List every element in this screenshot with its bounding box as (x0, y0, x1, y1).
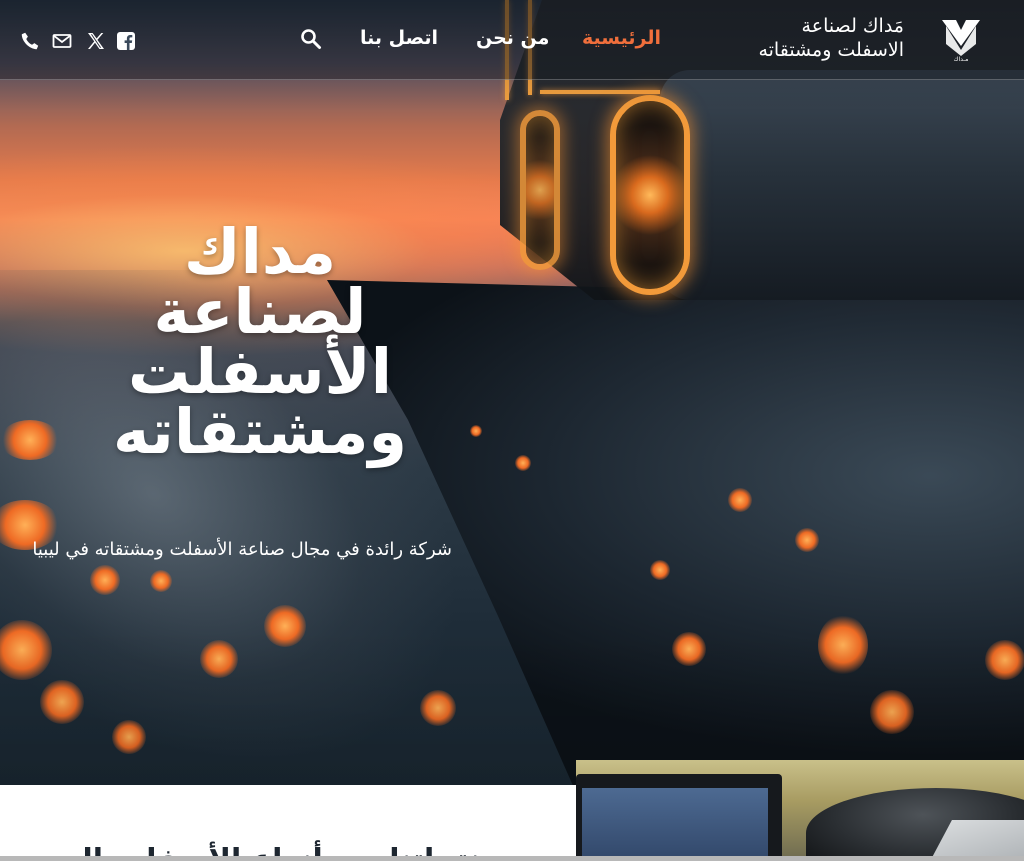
control-monitor (576, 774, 782, 861)
horizontal-scrollbar[interactable] (0, 856, 1024, 861)
hero-title-line4: ومشتقاته (112, 395, 408, 468)
madak-logo-icon[interactable]: مـداك (936, 16, 986, 64)
hero-subtitle: شركة رائدة في مجال صناعة الأسفلت ومشتقات… (32, 539, 452, 560)
monitor-screen (582, 788, 768, 861)
nav-contact-link[interactable]: اتصل بنا (360, 27, 438, 49)
phone-icon[interactable] (20, 31, 40, 51)
brand-name-line2: الاسفلت ومشتقاته (758, 39, 904, 61)
hero-title-line1: مداك (183, 215, 337, 288)
nav-home-link[interactable]: الرئيسية (582, 27, 661, 49)
search-icon[interactable] (300, 28, 322, 50)
brand-name-line1: مَداك لصناعة (801, 15, 904, 37)
brand-name[interactable]: مَداك لصناعة الاسفلت ومشتقاته (700, 14, 904, 62)
nav-about-link[interactable]: من نحن (476, 27, 549, 49)
madak-logo-icon: مـداك (942, 20, 980, 63)
product-photo (576, 760, 1024, 861)
hero-title-line3: الأسفلت (128, 335, 392, 408)
mail-icon[interactable] (52, 31, 72, 51)
top-navbar: مـداك مَداك لصناعة الاسفلت ومشتقاته الرئ… (0, 0, 1024, 80)
x-icon[interactable] (86, 31, 106, 51)
hero-title: مداك لصناعة الأسفلت ومشتقاته (60, 215, 460, 468)
facebook-icon[interactable] (116, 31, 136, 51)
logo-tagline: مـداك (954, 56, 969, 63)
hero-title-line2: لصناعة (153, 275, 367, 348)
